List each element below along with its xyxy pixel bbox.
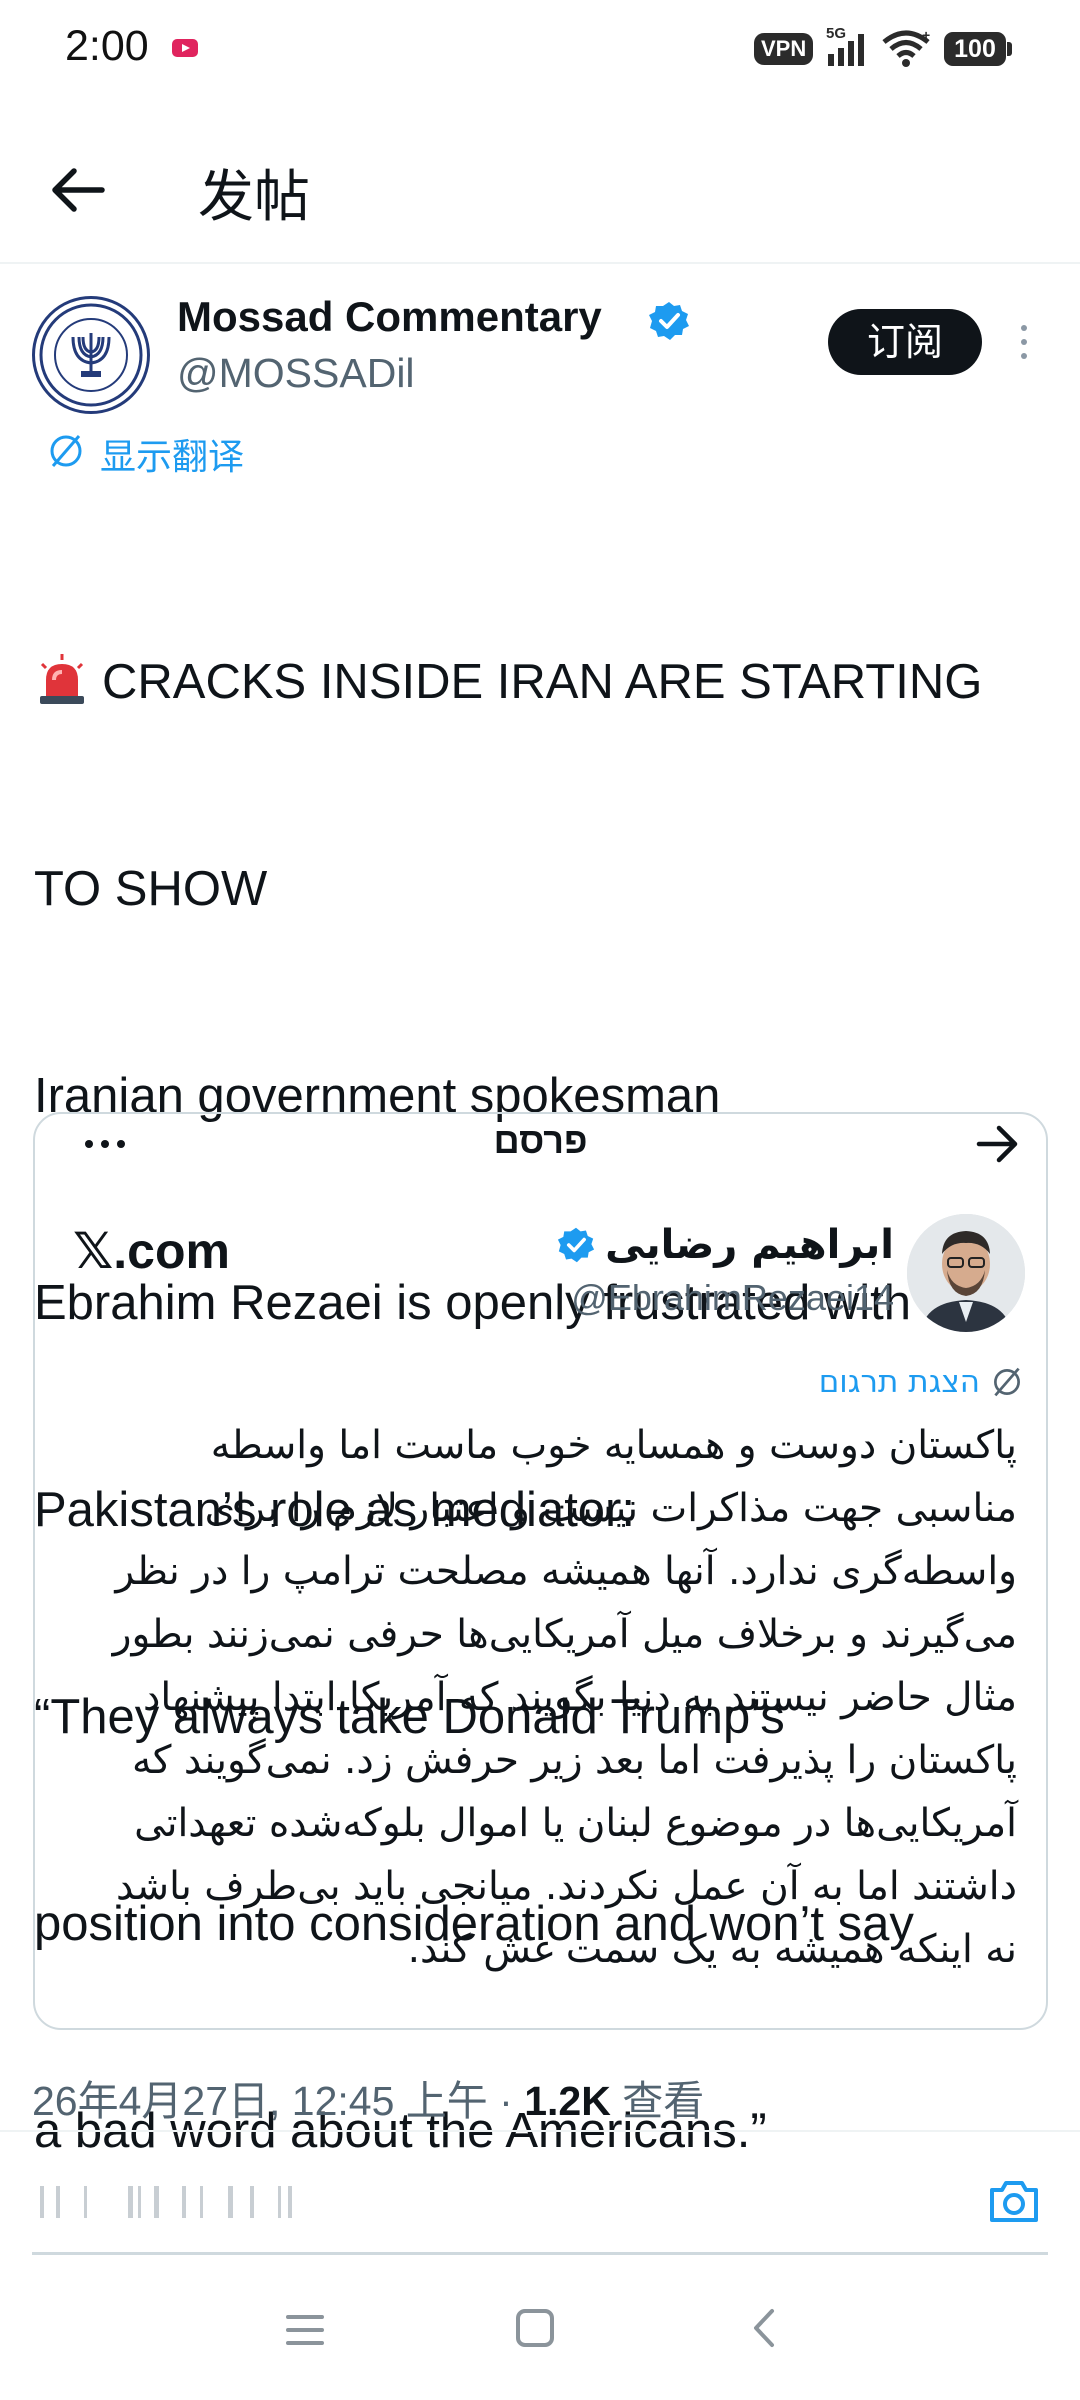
embed-text-line: واسطه‌گری ندارد. آنها همیشه مصلحت ترامپ … bbox=[115, 1549, 1017, 1594]
embed-text-line: پاکستان را پذیرفت اما بعد زیر حرفش زد. ن… bbox=[131, 1738, 1017, 1783]
wifi-icon: + bbox=[882, 28, 930, 67]
verified-badge-icon bbox=[649, 302, 689, 340]
battery-indicator: 100 bbox=[944, 32, 1006, 66]
embed-text-line: مناسبی جهت مذاکرات نیست و اعتبار لازم را… bbox=[204, 1486, 1017, 1531]
forward-arrow-icon[interactable] bbox=[971, 1118, 1023, 1170]
status-bar: 2:00 VPN 5G + 100 bbox=[0, 0, 1080, 100]
embed-text-line: داشتند اما به آن عمل نکردند. میانجی باید… bbox=[115, 1864, 1017, 1909]
header-divider bbox=[0, 262, 1080, 264]
person-avatar-icon bbox=[907, 1214, 1025, 1332]
embed-translate-label[interactable]: הצגת תרגום bbox=[819, 1364, 980, 1400]
reply-input[interactable] bbox=[32, 2180, 302, 2224]
x-com-logo: 𝕏.com bbox=[73, 1223, 230, 1279]
nav-back-icon[interactable] bbox=[740, 2303, 790, 2353]
embed-text-line: مثال حاضر نیستند به دنیا بگویند که آمریک… bbox=[143, 1675, 1017, 1720]
tweet-line: CRACKS INSIDE IRAN ARE STARTING bbox=[34, 648, 1054, 717]
reply-input-underline bbox=[32, 2252, 1048, 2255]
cellular-signal-icon: 5G bbox=[826, 25, 864, 66]
views-count: 1.2K bbox=[524, 2078, 611, 2124]
embedded-post-card[interactable]: פרסם 𝕏.com ابراهیم رضایی @EbrahimRezaei1… bbox=[33, 1112, 1048, 2030]
svg-text:+: + bbox=[922, 28, 930, 43]
embed-post-text: پاکستان دوست و همسایه خوب ماست اما واسطه… bbox=[71, 1414, 1017, 1981]
siren-emoji-icon bbox=[40, 654, 84, 704]
embed-header-title: פרסם bbox=[493, 1120, 588, 1161]
battery-tip bbox=[1007, 42, 1012, 56]
tweet-line: TO SHOW bbox=[34, 862, 268, 916]
subscribe-button[interactable]: 订阅 bbox=[828, 309, 982, 375]
vpn-badge: VPN bbox=[754, 33, 814, 65]
more-options-icon[interactable] bbox=[1016, 322, 1032, 362]
views-label: 查看 bbox=[610, 2078, 705, 2124]
translate-icon bbox=[994, 1367, 1020, 1397]
show-translation-link[interactable]: 显示翻译 bbox=[100, 428, 244, 480]
verified-badge-icon bbox=[558, 1227, 595, 1263]
embed-author-handle[interactable]: @EbrahimRezaei14 bbox=[571, 1277, 894, 1319]
author-display-name[interactable]: Mossad Commentary bbox=[177, 293, 602, 341]
status-time: 2:00 bbox=[65, 22, 149, 70]
embed-text-line: پاکستان دوست و همسایه خوب ماست اما واسطه bbox=[210, 1423, 1017, 1468]
embed-author-name[interactable]: ابراهیم رضایی bbox=[605, 1222, 894, 1268]
page-title: 发帖 bbox=[198, 165, 310, 230]
embed-text-line: آمریکایی‌ها در موضوع لبنان یا اموال بلوک… bbox=[134, 1801, 1017, 1846]
embed-text-line: نه اینکه همیشه به یک سمت غش کند. bbox=[407, 1927, 1017, 1972]
author-avatar[interactable] bbox=[32, 296, 150, 414]
content-divider bbox=[0, 2130, 1080, 2132]
translate-icon bbox=[50, 435, 82, 467]
embed-show-translation-link[interactable]: הצגת תרגום bbox=[819, 1364, 1024, 1400]
post-date-time: 26年4月27日, 12:45 上午 · bbox=[32, 2078, 525, 2124]
back-arrow-icon[interactable] bbox=[42, 155, 112, 225]
home-icon[interactable] bbox=[510, 2303, 560, 2353]
camera-icon[interactable] bbox=[986, 2176, 1042, 2226]
post-timestamp: 26年4月27日, 12:45 上午 · 1.2K 查看 bbox=[32, 2067, 704, 2127]
mossad-emblem-icon bbox=[39, 303, 143, 407]
embed-text-line: می‌گیرند و برخلاف میل آمریکایی‌ها حرفی ن… bbox=[112, 1612, 1017, 1657]
author-handle[interactable]: @MOSSADil bbox=[177, 350, 415, 397]
screen-record-icon bbox=[172, 39, 198, 57]
embed-author-avatar[interactable] bbox=[907, 1214, 1025, 1332]
recent-apps-icon[interactable] bbox=[280, 2305, 330, 2355]
network-type-label: 5G bbox=[826, 25, 846, 42]
embed-author-name-row[interactable]: ابراهیم رضایی bbox=[557, 1222, 894, 1268]
